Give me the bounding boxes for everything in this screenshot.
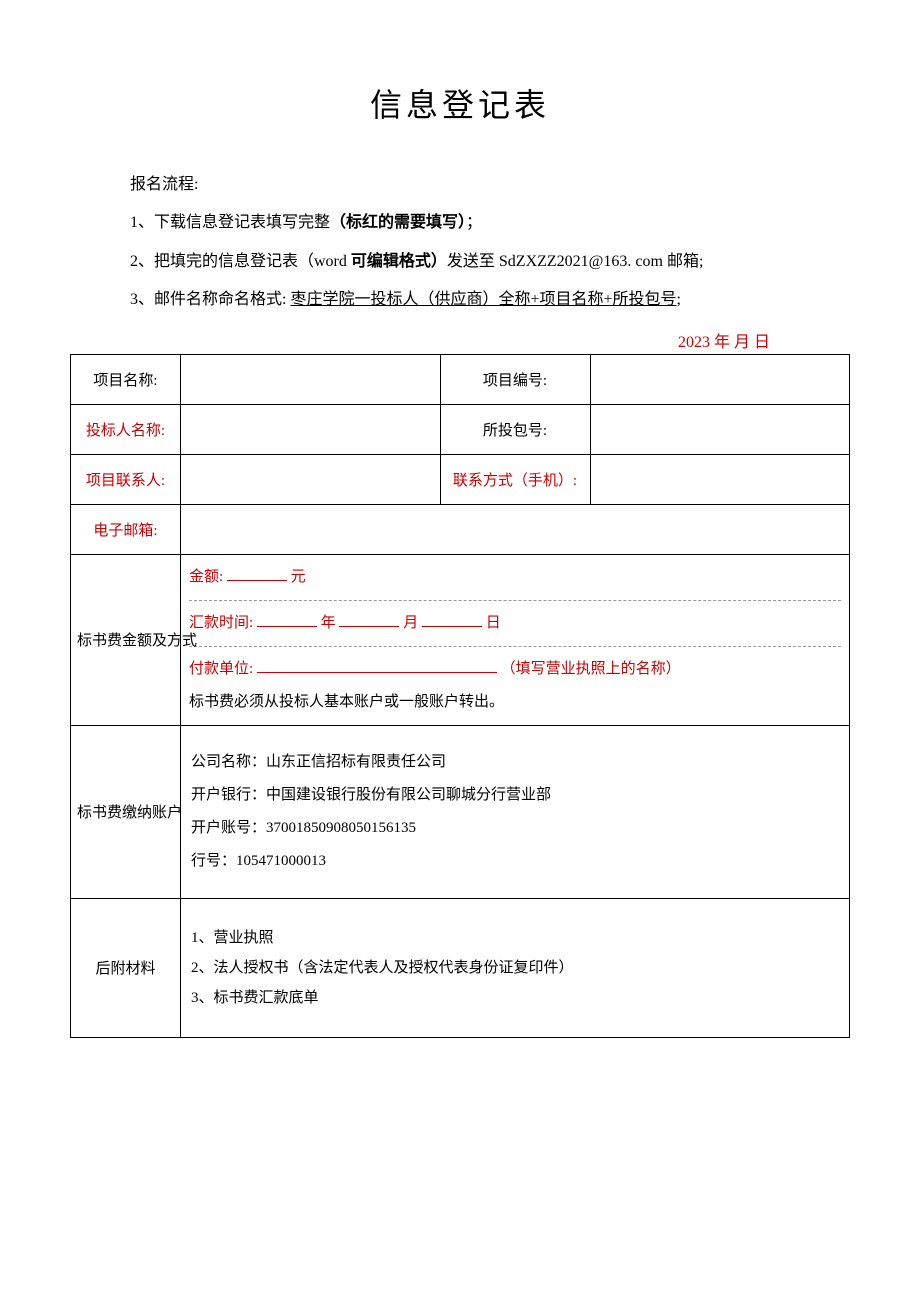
fee-amount-blank[interactable]	[227, 566, 287, 581]
fee-amount-line: 金额: 元	[189, 561, 841, 594]
process-line-3c: ;	[677, 291, 681, 308]
cell-fee-account: 公司名称：山东正信招标有限责任公司 开户银行：中国建设银行股份有限公司聊城分行营…	[181, 725, 850, 898]
process-line-3b: 枣庄学院一投标人（供应商）全称+项目名称+所投包号	[290, 291, 676, 308]
process-line-1b: （标红的需要填写）	[330, 214, 466, 231]
label-phone: 联系方式（手机）:	[440, 454, 590, 504]
fee-m: 月	[399, 615, 422, 631]
process-line-2c: 发送至 SdZXZZ2021@163. com 邮箱;	[447, 253, 704, 270]
fee-amount-label: 金额:	[189, 569, 227, 585]
page-container: 信息登记表 报名流程: 1、下载信息登记表填写完整（标红的需要填写）； 2、把填…	[0, 0, 920, 1038]
process-line-3a: 3、邮件名称命名格式:	[130, 291, 290, 308]
attachment-1: 1、营业执照	[191, 923, 839, 953]
label-attachments: 后附材料	[71, 898, 181, 1037]
table-row: 项目联系人: 联系方式（手机）:	[71, 454, 850, 504]
bank-block: 公司名称：山东正信招标有限责任公司 开户银行：中国建设银行股份有限公司聊城分行营…	[187, 740, 843, 884]
bank-company: 公司名称：山东正信招标有限责任公司	[191, 746, 839, 779]
divider	[189, 646, 841, 647]
fee-remit-label: 汇款时间:	[189, 615, 257, 631]
page-title: 信息登记表	[70, 80, 850, 126]
label-contact: 项目联系人:	[71, 454, 181, 504]
process-line-3: 3、邮件名称命名格式: 枣庄学院一投标人（供应商）全称+项目名称+所投包号;	[130, 281, 850, 319]
fee-amount-unit: 元	[287, 569, 306, 585]
fee-payer-blank[interactable]	[257, 658, 497, 673]
process-line-2a: 2、把填完的信息登记表（word	[130, 253, 351, 270]
fee-payer-hint: （填写营业执照上的名称）	[501, 661, 681, 677]
table-row: 标书费金额及方式 金额: 元 汇款时间: 年 月 日 付款单位: （填写营业执照…	[71, 554, 850, 725]
label-project-name: 项目名称:	[71, 354, 181, 404]
fee-d: 日	[482, 615, 501, 631]
form-date: 2023 年 月 日	[70, 328, 850, 352]
divider	[189, 600, 841, 601]
field-package-no[interactable]	[590, 404, 850, 454]
table-row: 电子邮箱:	[71, 504, 850, 554]
field-email[interactable]	[181, 504, 850, 554]
label-bidder-name: 投标人名称:	[71, 404, 181, 454]
attachment-2: 2、法人授权书（含法定代表人及授权代表身份证复印件）	[191, 953, 839, 983]
process-block: 报名流程: 1、下载信息登记表填写完整（标红的需要填写）； 2、把填完的信息登记…	[70, 166, 850, 320]
field-phone[interactable]	[590, 454, 850, 504]
cell-attachments: 1、营业执照 2、法人授权书（含法定代表人及授权代表身份证复印件） 3、标书费汇…	[181, 898, 850, 1037]
label-fee-method: 标书费金额及方式	[71, 554, 181, 725]
label-package-no: 所投包号:	[440, 404, 590, 454]
attachments-block: 1、营业执照 2、法人授权书（含法定代表人及授权代表身份证复印件） 3、标书费汇…	[187, 913, 843, 1023]
bank-routing: 行号：105471000013	[191, 845, 839, 878]
cell-fee-method: 金额: 元 汇款时间: 年 月 日 付款单位: （填写营业执照上的名称） 标书费…	[181, 554, 850, 725]
process-line-1a: 1、下载信息登记表填写完整	[130, 214, 330, 231]
label-project-no: 项目编号:	[440, 354, 590, 404]
field-bidder-name[interactable]	[181, 404, 441, 454]
label-fee-account: 标书费缴纳账户	[71, 725, 181, 898]
process-line-2b: 可编辑格式）	[351, 253, 447, 270]
field-project-no[interactable]	[590, 354, 850, 404]
field-project-name[interactable]	[181, 354, 441, 404]
table-row: 标书费缴纳账户 公司名称：山东正信招标有限责任公司 开户银行：中国建设银行股份有…	[71, 725, 850, 898]
attachment-3: 3、标书费汇款底单	[191, 983, 839, 1013]
bank-account: 开户账号：37001850908050156135	[191, 812, 839, 845]
fee-year-blank[interactable]	[257, 612, 317, 627]
fee-payer-label: 付款单位:	[189, 661, 257, 677]
fee-payer-note: 标书费必须从投标人基本账户或一般账户转出。	[189, 686, 841, 719]
fee-payer-line: 付款单位: （填写营业执照上的名称）	[189, 653, 841, 686]
fee-day-blank[interactable]	[422, 612, 482, 627]
label-email: 电子邮箱:	[71, 504, 181, 554]
table-row: 投标人名称: 所投包号:	[71, 404, 850, 454]
fee-y: 年	[317, 615, 340, 631]
bank-name: 开户银行：中国建设银行股份有限公司聊城分行营业部	[191, 779, 839, 812]
table-row: 项目名称: 项目编号:	[71, 354, 850, 404]
fee-remit-line: 汇款时间: 年 月 日	[189, 607, 841, 640]
table-row: 后附材料 1、营业执照 2、法人授权书（含法定代表人及授权代表身份证复印件） 3…	[71, 898, 850, 1037]
process-line-2: 2、把填完的信息登记表（word 可编辑格式）发送至 SdZXZZ2021@16…	[130, 243, 850, 281]
fee-month-blank[interactable]	[339, 612, 399, 627]
fee-block: 金额: 元 汇款时间: 年 月 日 付款单位: （填写营业执照上的名称） 标书费…	[181, 555, 849, 725]
process-line-1: 1、下载信息登记表填写完整（标红的需要填写）；	[130, 204, 850, 242]
registration-table: 项目名称: 项目编号: 投标人名称: 所投包号: 项目联系人: 联系方式（手机）…	[70, 354, 850, 1038]
process-heading: 报名流程:	[130, 166, 850, 204]
process-line-1c: ；	[466, 214, 482, 231]
field-contact[interactable]	[181, 454, 441, 504]
